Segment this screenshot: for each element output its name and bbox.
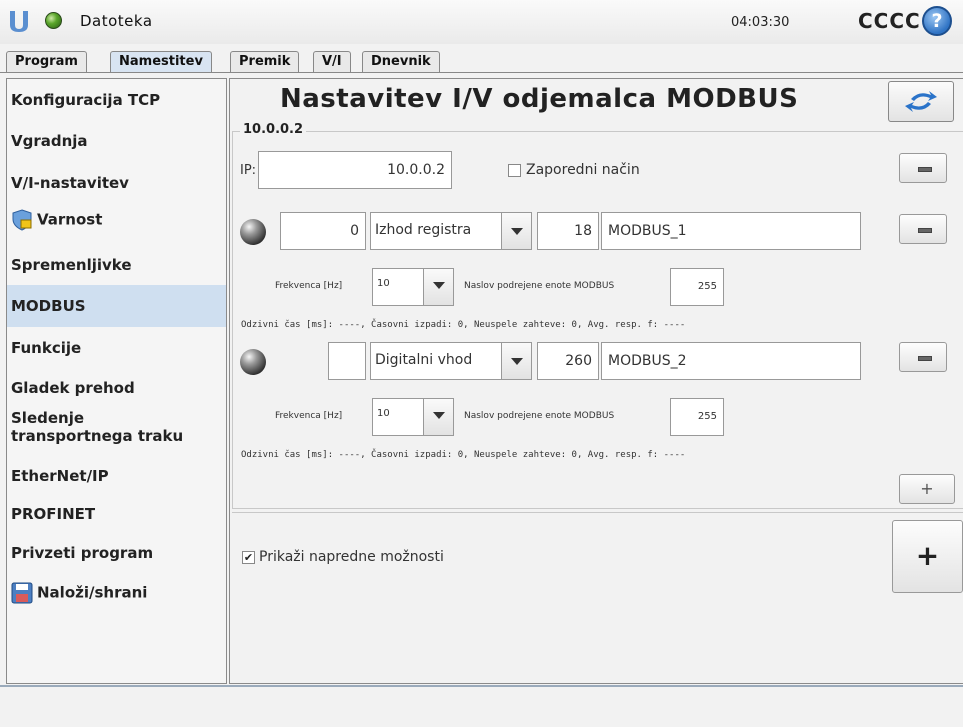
signal-2-number-field[interactable]: 260 [537,342,599,380]
sequential-mode-label: Zaporedni način [526,162,640,178]
shield-lock-icon [12,209,32,231]
tab-program[interactable]: Program [6,51,87,73]
remove-unit-button[interactable] [899,153,947,183]
sidebar-item-label: PROFINET [11,505,96,523]
add-signal-button[interactable]: + [899,474,955,504]
tab-log[interactable]: Dnevnik [362,51,440,73]
ur-logo-icon [10,11,28,32]
robot-status-icon[interactable] [45,12,62,29]
sidebar-item-label: Gladek prehod [11,379,135,397]
signal-1-slave-field[interactable]: 255 [670,268,724,306]
sidebar-item-label: Varnost [37,210,103,229]
sidebar-item-label: EtherNet/IP [11,467,109,485]
sidebar-item-smooth-transition[interactable]: Gladek prehod [7,379,226,397]
file-menu[interactable]: Datoteka [80,12,153,30]
remove-signal-1-button[interactable] [899,214,947,244]
sidebar-item-label: Naloži/shrani [37,583,148,602]
chevron-down-icon [501,213,531,249]
sidebar: Konfiguracija TCP Vgradnja V/I-nastavite… [6,78,227,684]
signal-2-frequency-dropdown[interactable]: 10 [372,398,454,436]
sidebar-item-tcp[interactable]: Konfiguracija TCP [7,91,226,109]
signal-1-status-icon [240,219,266,245]
signal-1-address-field[interactable]: 0 [280,212,366,250]
sidebar-item-label: MODBUS [11,297,86,315]
ip-label: IP: [240,163,257,178]
add-unit-button[interactable]: + [892,520,963,593]
floppy-disk-icon [11,582,33,604]
signal-2-type-dropdown[interactable]: Digitalni vhod [370,342,532,380]
group-title: 10.0.0.2 [240,122,307,137]
sidebar-item-label: Konfiguracija TCP [11,91,161,109]
sidebar-item-label: V/I-nastavitev [11,174,129,192]
advanced-options-label: Prikaži napredne možnosti [259,549,444,565]
sidebar-item-features[interactable]: Funkcije [7,339,226,357]
signal-2-slave-label: Naslov podrejene enote MODBUS [464,411,615,421]
clock: 04:03:30 [731,15,790,30]
signal-1-frequency-value: 10 [377,278,390,289]
signal-1-frequency-dropdown[interactable]: 10 [372,268,454,306]
chevron-down-icon [501,343,531,379]
signal-1-frequency-label: Frekvenca [Hz] [275,281,343,291]
signal-1-type-value: Izhod registra [375,222,472,238]
sidebar-item-variables[interactable]: Spremenljivke [7,256,226,274]
ip-field[interactable]: 10.0.0.2 [258,151,452,189]
help-icon[interactable]: ? [922,6,952,36]
tab-move[interactable]: Premik [230,51,300,73]
sidebar-item-label: Spremenljivke [11,256,132,274]
refresh-button[interactable] [888,81,954,122]
sidebar-item-mounting[interactable]: Vgradnja [7,132,226,150]
robot-name: CCCC [858,9,921,33]
sidebar-item-modbus[interactable]: MODBUS [7,285,226,327]
signal-1-name-field[interactable]: MODBUS_1 [601,212,861,250]
sidebar-item-label: Sledenje transportnega traku [11,409,184,445]
signal-2-status-icon [240,349,266,375]
sidebar-item-profinet[interactable]: PROFINET [7,505,226,523]
signal-1-stats: Odzivni čas [ms]: ----, Časovni izpadi: … [241,320,686,330]
chevron-down-icon [423,399,453,435]
signal-2-name-field[interactable]: MODBUS_2 [601,342,861,380]
refresh-arrows-icon [905,91,937,112]
divider [232,512,963,513]
sidebar-item-label: Funkcije [11,339,82,357]
signal-1-type-dropdown[interactable]: Izhod registra [370,212,532,250]
signal-2-slave-field[interactable]: 255 [670,398,724,436]
chevron-down-icon [423,269,453,305]
signal-1-number-field[interactable]: 18 [537,212,599,250]
signal-2-type-value: Digitalni vhod [375,352,473,368]
remove-signal-2-button[interactable] [899,342,947,372]
sidebar-item-label: Privzeti program [11,544,154,562]
sidebar-item-label: Vgradnja [11,132,88,150]
sidebar-item-conveyor-tracking[interactable]: Sledenje transportnega traku [7,409,207,445]
signal-2-address-field[interactable] [328,342,366,380]
signal-2-frequency-value: 10 [377,408,390,419]
sidebar-item-default-program[interactable]: Privzeti program [7,544,226,562]
page-title: Nastavitev I/V odjemalca MODBUS [280,84,799,114]
sidebar-item-load-save[interactable]: Naloži/shrani [7,582,226,604]
signal-2-frequency-label: Frekvenca [Hz] [275,411,343,421]
signal-2-stats: Odzivni čas [ms]: ----, Časovni izpadi: … [241,450,686,460]
signal-1-slave-label: Naslov podrejene enote MODBUS [464,281,615,291]
sidebar-item-ethernet-ip[interactable]: EtherNet/IP [7,467,226,485]
top-bar: Datoteka 04:03:30 CCCC ? [0,0,963,44]
sequential-mode-checkbox[interactable] [508,164,521,177]
footer-divider [0,685,963,687]
sidebar-item-safety[interactable]: Varnost [7,209,226,231]
advanced-options-checkbox[interactable]: ✔ [242,551,255,564]
tab-divider [0,72,963,73]
sidebar-item-io-setup[interactable]: V/I-nastavitev [7,174,226,192]
tab-installation[interactable]: Namestitev [110,51,212,73]
tab-io[interactable]: V/I [313,51,351,73]
